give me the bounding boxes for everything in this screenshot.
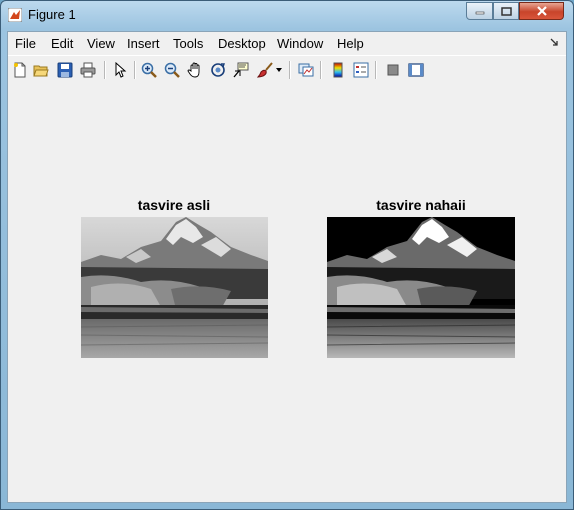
legend-icon bbox=[353, 62, 369, 78]
figure-toolbar bbox=[8, 55, 566, 85]
hide-plot-tools-button[interactable] bbox=[383, 60, 403, 80]
brush-icon bbox=[257, 62, 273, 78]
colorbar-button[interactable] bbox=[328, 60, 348, 80]
edit-plot-icon bbox=[115, 62, 127, 78]
matlab-logo-icon bbox=[8, 8, 22, 22]
dock-figure-icon[interactable] bbox=[550, 38, 558, 46]
data-cursor-button[interactable] bbox=[231, 60, 251, 80]
toolbar-separator bbox=[104, 61, 106, 79]
show-plot-tools-button[interactable] bbox=[406, 60, 426, 80]
menu-tools[interactable]: Tools bbox=[173, 36, 203, 51]
maximize-icon bbox=[500, 6, 512, 16]
menu-desktop[interactable]: Desktop bbox=[218, 36, 266, 51]
minimize-icon bbox=[475, 11, 484, 15]
zoom-in-icon bbox=[141, 62, 157, 78]
rotate-3d-icon bbox=[211, 63, 225, 77]
brush-dropdown-button[interactable] bbox=[274, 60, 284, 80]
save-figure-icon bbox=[57, 62, 73, 78]
show-plot-tools-icon bbox=[408, 63, 424, 77]
menu-window[interactable]: Window bbox=[277, 36, 323, 51]
print-figure-icon bbox=[80, 62, 96, 78]
toolbar-separator bbox=[375, 61, 377, 79]
toolbar-separator bbox=[134, 61, 136, 79]
edit-plot-button[interactable] bbox=[110, 60, 130, 80]
colorbar-icon bbox=[333, 62, 343, 78]
data-cursor-icon bbox=[233, 62, 249, 78]
menu-view[interactable]: View bbox=[87, 36, 115, 51]
legend-button[interactable] bbox=[351, 60, 371, 80]
zoom-out-icon bbox=[164, 62, 180, 78]
axes-title-result: tasvire nahaii bbox=[376, 197, 466, 213]
save-figure-button[interactable] bbox=[55, 60, 75, 80]
minimize-button[interactable] bbox=[466, 2, 493, 20]
menu-bar: File Edit View Insert Tools Desktop Wind… bbox=[8, 32, 566, 54]
zoom-in-button[interactable] bbox=[139, 60, 159, 80]
title-bar[interactable]: Figure 1 bbox=[1, 1, 573, 29]
pan-button[interactable] bbox=[185, 60, 205, 80]
axes-title-original: tasvire asli bbox=[137, 197, 211, 213]
window-title: Figure 1 bbox=[28, 7, 76, 22]
figure-canvas: tasvire asli tasvire nahaii bbox=[8, 84, 566, 502]
menu-edit[interactable]: Edit bbox=[51, 36, 73, 51]
figure-window: Figure 1 File Edit View Insert Tools Des… bbox=[0, 0, 574, 510]
new-figure-icon bbox=[14, 62, 26, 78]
menu-help[interactable]: Help bbox=[337, 36, 364, 51]
print-figure-button[interactable] bbox=[78, 60, 98, 80]
rotate-3d-button[interactable] bbox=[208, 60, 228, 80]
pan-icon bbox=[187, 62, 200, 78]
brush-button[interactable] bbox=[255, 60, 275, 80]
menu-file[interactable]: File bbox=[15, 36, 36, 51]
chevron-down-icon bbox=[276, 68, 282, 72]
figure-client: File Edit View Insert Tools Desktop Wind… bbox=[7, 31, 567, 503]
close-button[interactable] bbox=[519, 2, 564, 20]
toolbar-separator bbox=[289, 61, 291, 79]
open-file-button[interactable] bbox=[31, 60, 51, 80]
result-image[interactable] bbox=[327, 217, 515, 358]
zoom-out-button[interactable] bbox=[162, 60, 182, 80]
maximize-button[interactable] bbox=[493, 2, 519, 20]
menu-insert[interactable]: Insert bbox=[127, 36, 160, 51]
close-icon bbox=[536, 6, 547, 16]
toolbar-separator bbox=[320, 61, 322, 79]
original-image[interactable] bbox=[81, 217, 268, 358]
link-plot-icon bbox=[298, 63, 314, 77]
open-file-icon bbox=[33, 65, 49, 77]
link-plot-button[interactable] bbox=[296, 60, 316, 80]
new-figure-button[interactable] bbox=[10, 60, 30, 80]
hide-plot-tools-icon bbox=[387, 64, 399, 76]
